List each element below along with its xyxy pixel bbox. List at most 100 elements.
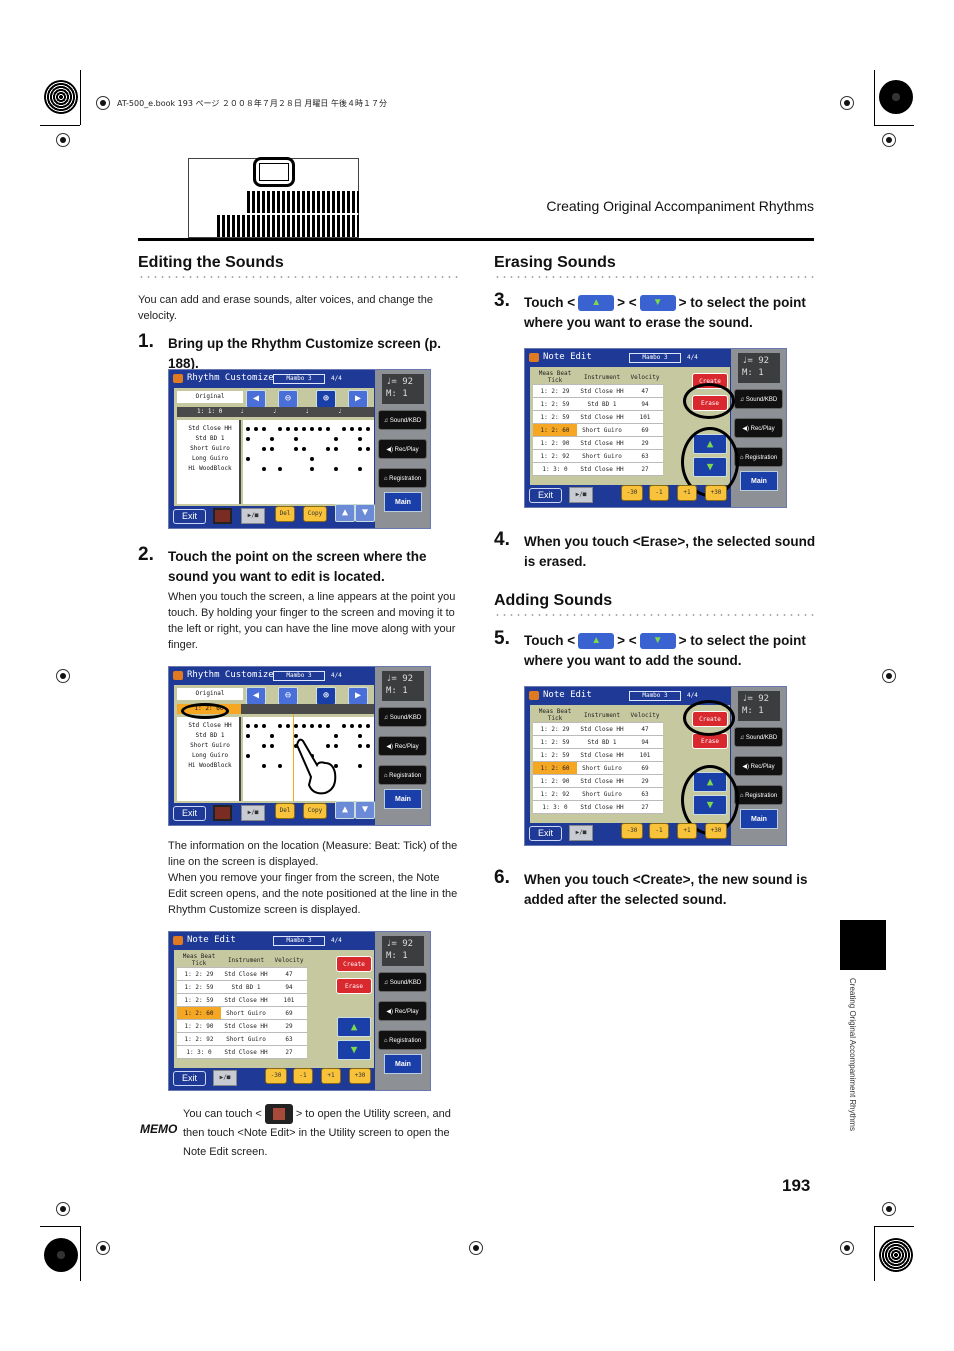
rec-play-button[interactable]: ◀) Rec/Play	[378, 736, 427, 756]
main-button[interactable]: Main	[384, 789, 422, 809]
note-dot[interactable]	[246, 754, 250, 758]
instrument-row[interactable]: Std Close HH	[179, 721, 241, 731]
note-dot[interactable]	[358, 427, 362, 431]
minus-30-button[interactable]: -30	[621, 485, 643, 501]
zoom-out-button[interactable]: ⊖	[278, 390, 298, 408]
note-dot[interactable]	[262, 744, 266, 748]
down-button[interactable]: ▼	[355, 801, 375, 819]
note-row[interactable]: 1: 2: 59 Std Close HH 101	[533, 748, 663, 762]
note-dot[interactable]	[310, 427, 314, 431]
note-dot[interactable]	[302, 447, 306, 451]
exit-button[interactable]: Exit	[529, 826, 562, 841]
main-button[interactable]: Main	[740, 809, 778, 829]
instrument-row[interactable]: Std BD 1	[179, 731, 241, 741]
note-dot[interactable]	[302, 427, 306, 431]
main-button[interactable]: Main	[384, 492, 422, 512]
note-dot[interactable]	[294, 427, 298, 431]
exit-button[interactable]: Exit	[529, 488, 562, 503]
up-button[interactable]: ▲	[335, 504, 355, 522]
main-button[interactable]: Main	[384, 1054, 422, 1074]
up-button[interactable]: ▲	[335, 801, 355, 819]
rec-play-button[interactable]: ◀) Rec/Play	[734, 418, 783, 438]
note-dot[interactable]	[262, 764, 266, 768]
registration-button[interactable]: ⌂ Registration	[378, 468, 427, 488]
note-dot[interactable]	[270, 447, 274, 451]
note-row[interactable]: 1: 2: 90 Std Close HH 29	[533, 436, 663, 450]
instrument-row[interactable]: Std Close HH	[179, 424, 241, 434]
note-dot[interactable]	[294, 437, 298, 441]
zoom-in-button[interactable]: ⊕	[316, 390, 336, 408]
note-dot[interactable]	[358, 744, 362, 748]
note-dot[interactable]	[254, 724, 258, 728]
registration-button[interactable]: ⌂ Registration	[734, 785, 783, 805]
plus-1-button[interactable]: +1	[321, 1068, 341, 1084]
copy-button[interactable]: Copy	[303, 803, 327, 819]
note-dot[interactable]	[366, 427, 370, 431]
exit-button[interactable]: Exit	[173, 1071, 206, 1086]
minus-30-button[interactable]: -30	[265, 1068, 287, 1084]
instrument-row[interactable]: Short Guiro	[179, 741, 241, 751]
del-button[interactable]: Del	[275, 803, 295, 819]
note-dot[interactable]	[318, 724, 322, 728]
note-dot[interactable]	[310, 467, 314, 471]
scroll-left-button[interactable]: ◀	[246, 390, 266, 408]
note-dot[interactable]	[326, 724, 330, 728]
rec-play-button[interactable]: ◀) Rec/Play	[734, 756, 783, 776]
note-dot[interactable]	[246, 427, 250, 431]
del-button[interactable]: Del	[275, 506, 295, 522]
zoom-out-button[interactable]: ⊖	[278, 687, 298, 705]
note-dot[interactable]	[278, 427, 282, 431]
note-row[interactable]: 1: 2: 59 Std BD 1 94	[533, 735, 663, 749]
note-dot[interactable]	[270, 734, 274, 738]
instrument-row[interactable]: Hi WoodBlock	[179, 464, 241, 474]
note-dot[interactable]	[350, 724, 354, 728]
note-dot[interactable]	[366, 724, 370, 728]
note-dot[interactable]	[294, 447, 298, 451]
note-dot[interactable]	[294, 724, 298, 728]
main-button[interactable]: Main	[740, 471, 778, 491]
scroll-right-button[interactable]: ▶	[348, 390, 368, 408]
note-row[interactable]: 1: 2: 59 Std BD 1 94	[177, 980, 307, 994]
create-button[interactable]: Create	[336, 956, 372, 972]
registration-button[interactable]: ⌂ Registration	[378, 1030, 427, 1050]
note-dot[interactable]	[318, 427, 322, 431]
note-dot[interactable]	[358, 437, 362, 441]
plus-30-button[interactable]: +30	[705, 485, 727, 501]
note-dot[interactable]	[278, 764, 282, 768]
note-dot[interactable]	[278, 724, 282, 728]
instrument-row[interactable]: Short Guiro	[179, 444, 241, 454]
note-dot[interactable]	[254, 427, 258, 431]
registration-button[interactable]: ⌂ Registration	[734, 447, 783, 467]
note-row[interactable]: 1: 2: 60 Short Guiro 69	[177, 1006, 307, 1020]
play-stop-button[interactable]: ▶/■	[213, 1070, 237, 1086]
sound-kbd-button[interactable]: ♫ Sound/KBD	[378, 972, 427, 992]
note-dot[interactable]	[358, 447, 362, 451]
sound-kbd-button[interactable]: ♫ Sound/KBD	[734, 389, 783, 409]
note-dot[interactable]	[262, 467, 266, 471]
note-row[interactable]: 1: 2: 29 Std Close HH 47	[533, 722, 663, 736]
note-row[interactable]: 1: 2: 59 Std Close HH 101	[533, 410, 663, 424]
note-row[interactable]: 1: 3: 0 Std Close HH 27	[533, 462, 663, 476]
note-dot[interactable]	[342, 427, 346, 431]
minus-1-button[interactable]: -1	[649, 823, 669, 839]
note-dot[interactable]	[366, 447, 370, 451]
note-row[interactable]: 1: 2: 59 Std Close HH 101	[177, 993, 307, 1007]
plus-30-button[interactable]: +30	[705, 823, 727, 839]
note-dot[interactable]	[326, 427, 330, 431]
sound-kbd-button[interactable]: ♫ Sound/KBD	[734, 727, 783, 747]
registration-button[interactable]: ⌂ Registration	[378, 765, 427, 785]
note-row[interactable]: 1: 2: 60 Short Guiro 69	[533, 423, 663, 437]
note-row[interactable]: 1: 2: 90 Std Close HH 29	[177, 1019, 307, 1033]
copy-button[interactable]: Copy	[303, 506, 327, 522]
note-dot[interactable]	[350, 427, 354, 431]
note-row[interactable]: 1: 3: 0 Std Close HH 27	[533, 800, 663, 814]
exit-button[interactable]: Exit	[173, 806, 206, 821]
zoom-in-button[interactable]: ⊕	[316, 687, 336, 705]
note-row[interactable]: 1: 2: 60 Short Guiro 69	[533, 761, 663, 775]
note-row[interactable]: 1: 2: 92 Short Guiro 63	[533, 787, 663, 801]
instrument-row[interactable]: Std BD 1	[179, 434, 241, 444]
plus-30-button[interactable]: +30	[349, 1068, 371, 1084]
up-button[interactable]: ▲	[337, 1017, 371, 1037]
note-row[interactable]: 1: 2: 29 Std Close HH 47	[533, 384, 663, 398]
note-dot[interactable]	[262, 427, 266, 431]
